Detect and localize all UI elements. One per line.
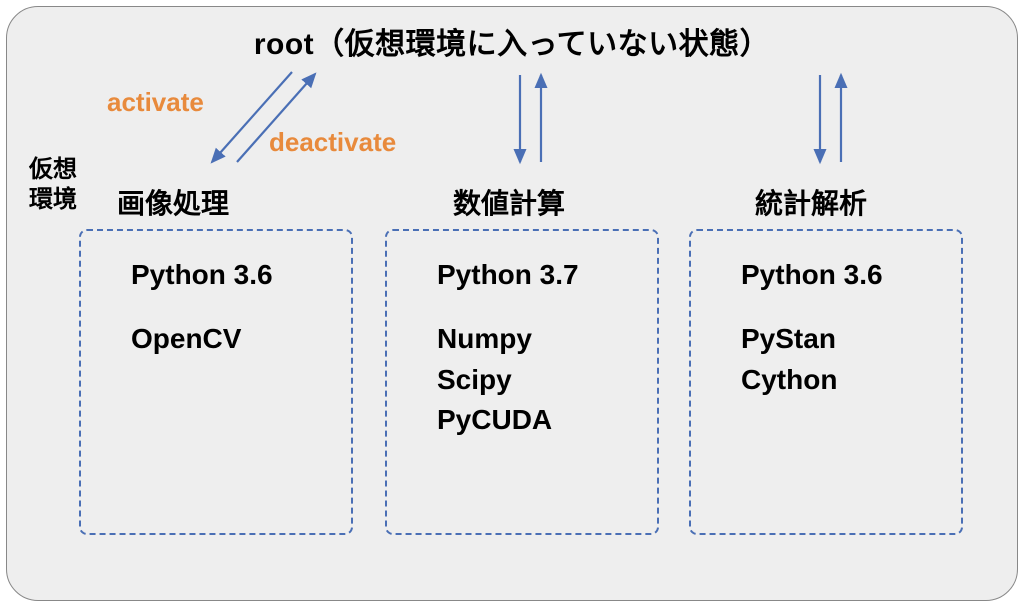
diagram-container: root（仮想環境に入っていない状態） 仮想 環境 activate deact… [6,6,1018,601]
root-title: root（仮想環境に入っていない状態） [7,19,1017,63]
env-2-pkg-2: PyCUDA [437,404,552,435]
env-label-1: 画像処理 [117,182,229,222]
env-label-3: 統計解析 [755,182,867,222]
env-box-3: Python 3.6 PyStan Cython [689,229,963,535]
env-2-packages: Numpy Scipy PyCUDA [437,319,633,441]
env-3-packages: PyStan Cython [741,319,937,400]
env-3-pkg-1: Cython [741,364,837,395]
env-1-pkg-0: OpenCV [131,323,241,354]
env-3-pkg-0: PyStan [741,323,836,354]
env-label-2: 数値計算 [453,182,565,222]
activate-label: activate [107,87,204,118]
side-label-line1: 仮想 [29,156,77,183]
env-2-pkg-0: Numpy [437,323,532,354]
env-1-packages: OpenCV [131,319,327,360]
arrow-pair-env1 [197,62,327,177]
side-label-line2: 環境 [29,186,77,213]
env-1-python: Python 3.6 [131,259,327,291]
env-box-1: Python 3.6 OpenCV [79,229,353,535]
side-label: 仮想 環境 [29,155,77,215]
env-3-python: Python 3.6 [741,259,937,291]
arrow-pair-env3 [807,67,857,172]
env-2-pkg-1: Scipy [437,364,512,395]
env-box-2: Python 3.7 Numpy Scipy PyCUDA [385,229,659,535]
arrow-pair-env2 [507,67,557,172]
env-2-python: Python 3.7 [437,259,633,291]
